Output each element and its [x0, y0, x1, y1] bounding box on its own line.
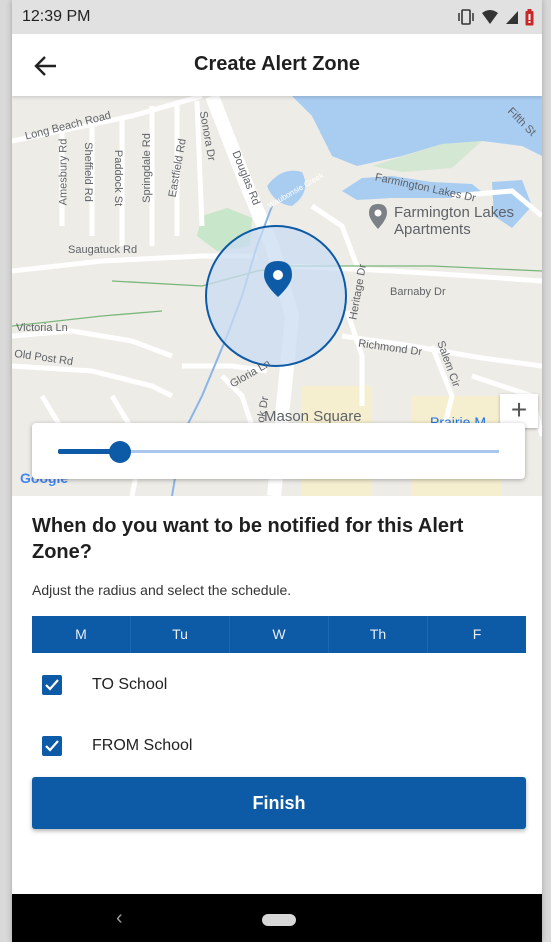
from-school-label: FROM School [92, 737, 193, 754]
check-icon [45, 679, 59, 691]
day-tab-tuesday[interactable]: Tu [131, 616, 230, 653]
system-nav-bar: ‹ [12, 894, 542, 942]
poi-label[interactable]: Farmington Lakes Apartments [394, 204, 524, 238]
status-time: 12:39 PM [22, 8, 91, 25]
day-tab-wednesday[interactable]: W [230, 616, 329, 653]
road-label: Victoria Ln [16, 322, 68, 334]
phone-screen: 12:39 PM Create Alert Zone Long Beach Ro… [12, 0, 542, 942]
road-label: Paddock St [112, 149, 125, 207]
day-tab-monday[interactable]: M [32, 616, 131, 653]
vibrate-icon [458, 9, 474, 25]
page-title: Create Alert Zone [194, 53, 360, 75]
radius-slider-thumb[interactable] [108, 441, 131, 463]
signal-icon [506, 11, 518, 24]
from-school-row: FROM School [42, 733, 192, 759]
to-school-checkbox[interactable] [42, 675, 62, 695]
instruction-text: Adjust the radius and select the schedul… [32, 582, 292, 598]
check-icon [45, 740, 59, 752]
day-tab-friday[interactable]: F [428, 616, 526, 653]
weekday-tabs: M Tu W Th F [32, 616, 526, 653]
wifi-icon [482, 10, 498, 24]
schedule-question: When do you want to be notified for this… [32, 515, 464, 563]
from-school-checkbox[interactable] [42, 736, 62, 756]
road-label: Barnaby Dr [390, 286, 446, 298]
status-icons [457, 8, 534, 26]
finish-button[interactable]: Finish [32, 777, 526, 829]
nav-back-button[interactable]: ‹ [116, 907, 123, 930]
road-label: Sheffield Rd [81, 142, 94, 202]
to-school-label: TO School [92, 676, 168, 693]
app-bar: Create Alert Zone [12, 34, 542, 96]
nav-home-button[interactable] [262, 914, 296, 926]
day-tab-thursday[interactable]: Th [329, 616, 428, 653]
road-label: Springdale Rd [140, 133, 153, 203]
road-label: Saugatuck Rd [68, 244, 138, 256]
to-school-row: TO School [42, 672, 167, 698]
battery-icon [525, 8, 534, 25]
radius-slider-card [32, 423, 525, 479]
status-bar: 12:39 PM [12, 0, 542, 34]
road-label: Amesbury Rd [57, 138, 70, 206]
